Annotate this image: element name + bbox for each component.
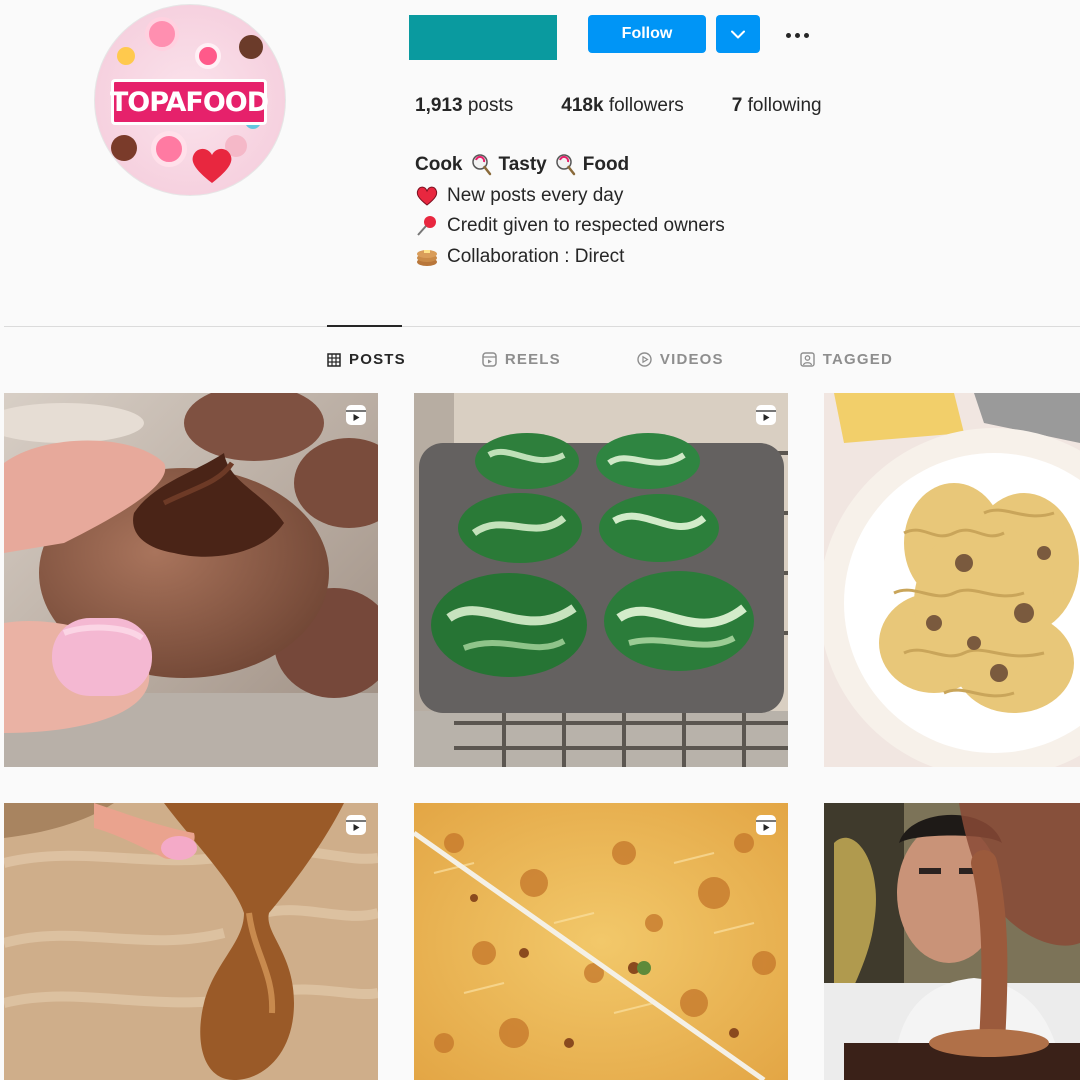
tag-icon (800, 352, 815, 367)
lollipop-icon (471, 154, 491, 176)
reel-indicator-icon (346, 815, 366, 835)
active-tab-indicator (327, 325, 402, 327)
following-count: 7 (731, 95, 743, 116)
more-options-icon (785, 32, 791, 38)
brand-logo-text: TOPAFOOD (109, 86, 269, 118)
bio-line: New posts every day (415, 181, 725, 212)
post-tile-chocolate-cookie[interactable] (4, 393, 378, 767)
grid-icon (327, 352, 341, 367)
bio-name-part: Tasty (498, 154, 547, 175)
tab-label: VIDEOS (659, 351, 724, 368)
bio-line: Credit given to respected owners (415, 211, 725, 242)
followers-label: followers (608, 95, 684, 116)
chocolate-decoration (111, 135, 137, 161)
tab-label: REELS (504, 351, 561, 368)
post-tile-green-cupcakes[interactable] (414, 393, 788, 767)
reel-indicator-icon (346, 405, 366, 425)
reel-indicator-icon (756, 405, 776, 425)
post-image (824, 803, 1080, 1080)
following-stat[interactable]: 7 following (732, 95, 822, 117)
posts-label: posts (467, 95, 514, 116)
donut-decoration (195, 43, 221, 69)
chevron-down-icon (731, 30, 745, 38)
bio-line: Collaboration : Direct (415, 242, 725, 273)
post-image (4, 803, 378, 1080)
candy-decoration (117, 47, 135, 65)
suggested-accounts-button[interactable] (716, 15, 760, 53)
bio-line-text: Credit given to respected owners (447, 215, 725, 236)
reels-icon (482, 352, 497, 367)
followers-stat[interactable]: 418k followers (561, 95, 684, 117)
more-options-button[interactable] (778, 22, 816, 48)
bio-name: Cook Tasty Food (415, 150, 725, 181)
heart-decoration (192, 148, 232, 183)
post-image (4, 393, 378, 767)
follow-button[interactable]: Follow (588, 15, 706, 53)
tab-posts[interactable]: POSTS (327, 351, 406, 368)
tabs-divider (4, 326, 1080, 327)
username-redacted (409, 15, 557, 60)
post-tile-caramel-drizzle[interactable] (4, 803, 378, 1080)
bio-name-part: Cook (415, 154, 463, 175)
tab-videos[interactable]: VIDEOS (637, 351, 724, 368)
post-tile-chocolate-pour[interactable] (824, 803, 1080, 1080)
bio-name-part: Food (582, 154, 630, 175)
reel-indicator-icon (756, 815, 776, 835)
posts-stat[interactable]: 1,913 posts (415, 95, 513, 117)
tab-label: POSTS (349, 351, 406, 368)
post-image (824, 393, 1080, 767)
tab-tagged[interactable]: TAGGED (800, 351, 893, 368)
pushpin-emoji-icon (417, 216, 436, 236)
candy-decoration (145, 17, 179, 51)
profile-stats: 1,913 posts 418k followers 7 following (415, 95, 870, 117)
post-tile-fusilli-pasta[interactable] (824, 393, 1080, 767)
bio-line-text: Collaboration : Direct (447, 245, 625, 267)
profile-avatar[interactable]: TOPAFOOD (94, 4, 286, 196)
posts-count: 1,913 (415, 95, 463, 116)
lollipop-icon (555, 154, 575, 176)
post-image (414, 803, 788, 1080)
profile-bio: Cook Tasty Food New posts every day Cred… (415, 150, 725, 272)
pancakes-emoji-icon (417, 249, 437, 266)
play-icon (637, 352, 652, 367)
brand-logo: TOPAFOOD (109, 79, 269, 125)
chocolate-decoration (239, 35, 263, 59)
tab-reels[interactable]: REELS (482, 351, 561, 368)
post-tile-potato-rosti[interactable] (414, 803, 788, 1080)
followers-count: 418k (561, 95, 604, 116)
post-image (414, 393, 788, 767)
bio-line-text: New posts every day (447, 184, 624, 206)
following-label: following (747, 95, 822, 116)
profile-tabs: POSTS REELS VIDEOS TAGGED (327, 351, 893, 368)
tab-label: TAGGED (822, 351, 894, 368)
heart-emoji-icon (416, 186, 438, 206)
donut-decoration (151, 131, 187, 167)
